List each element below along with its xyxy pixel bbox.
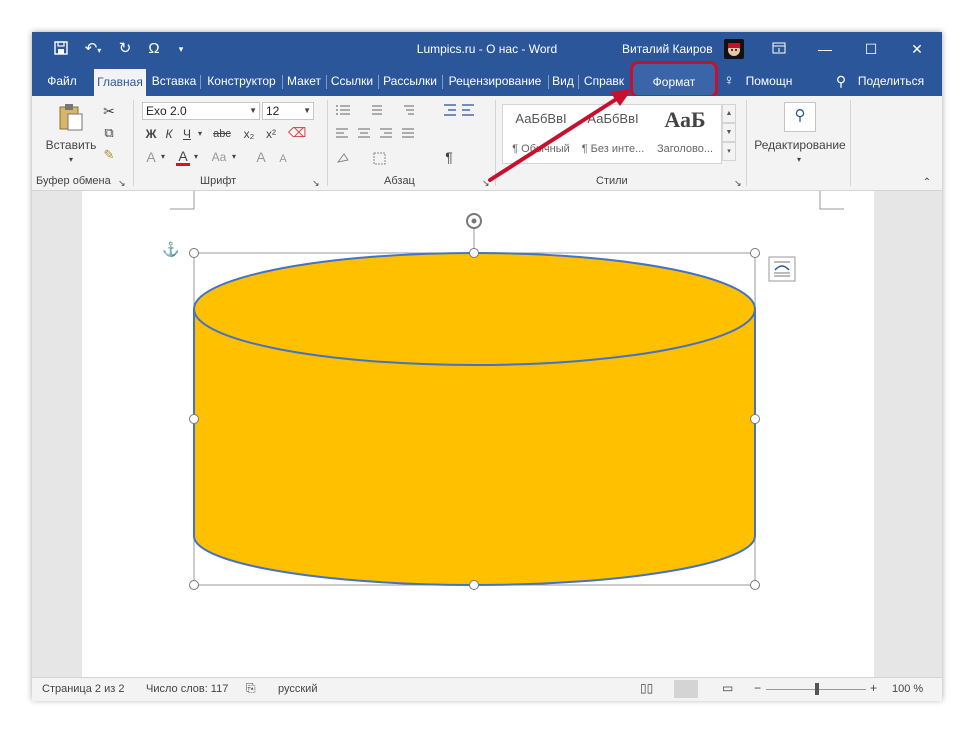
font-name-value: Exo 2.0 [146, 104, 187, 118]
tab-insert[interactable]: Вставка [149, 66, 199, 96]
color-dropdown-icon[interactable]: ▾ [192, 150, 200, 164]
group-clipboard-label: Буфер обмена [36, 175, 111, 187]
document-area: ⚓ [32, 191, 942, 677]
styles-gallery[interactable]: АаБбВвІ ¶ Обычный АаБбВвІ ¶ Без инте... … [502, 104, 722, 164]
underline-button[interactable]: Ч [180, 127, 194, 141]
cut-icon[interactable]: ✂ [100, 104, 118, 118]
avatar[interactable] [724, 39, 744, 59]
word-count[interactable]: Число слов: 117 [146, 683, 228, 695]
font-name-combo[interactable]: Exo 2.0 ▼ [142, 102, 260, 120]
tab-mailings[interactable]: Рассылки [379, 66, 441, 96]
group-styles-label: Стили [596, 175, 628, 187]
effects-dropdown-icon[interactable]: ▾ [159, 150, 167, 164]
cylinder-shape[interactable] [193, 252, 756, 586]
clear-formatting-icon[interactable]: ⌫ [288, 126, 306, 140]
list-buttons [334, 102, 454, 120]
font-size-combo[interactable]: 12 ▼ [262, 102, 314, 120]
zoom-slider-thumb[interactable] [815, 683, 819, 695]
style-preview[interactable]: АаБбВвІ [505, 111, 577, 126]
styles-more[interactable]: ▾ [722, 142, 736, 161]
tab-view[interactable]: Вид [549, 66, 577, 96]
format-painter-icon[interactable]: ✎ [100, 148, 118, 162]
style-caption: ¶ Обычный [512, 143, 570, 155]
web-layout-icon[interactable]: ▭ [722, 681, 733, 695]
bold-button[interactable]: Ж [144, 127, 158, 141]
indent-buttons[interactable] [442, 102, 478, 118]
strikethrough-button[interactable]: abc [210, 127, 234, 141]
grow-font-button[interactable]: A [254, 150, 268, 164]
italic-button[interactable]: К [162, 127, 176, 141]
group-font-label: Шрифт [200, 175, 237, 187]
share-icon[interactable]: ⚲ [832, 66, 850, 96]
tab-help[interactable]: Справк [579, 66, 629, 96]
zoom-level[interactable]: 100 % [892, 683, 923, 695]
dialog-launcher-icon[interactable]: ↘ [118, 176, 126, 190]
change-case-button[interactable]: Aa [208, 150, 230, 164]
read-mode-icon[interactable]: ▯▯ [640, 681, 653, 695]
paste-dropdown-icon[interactable]: ▾ [62, 153, 80, 167]
tab-file[interactable]: Файл [34, 66, 90, 96]
copy-icon[interactable]: ⧉ [100, 126, 118, 140]
underline-dropdown-icon[interactable]: ▾ [196, 127, 204, 141]
shrink-font-button[interactable]: A [276, 152, 290, 166]
editing-dropdown-icon[interactable]: ▾ [792, 153, 806, 167]
chevron-down-icon[interactable]: ▼ [303, 103, 311, 119]
style-caption: Заголово... [656, 143, 714, 155]
editing-button[interactable]: Редактирование [748, 138, 852, 152]
align-buttons[interactable] [334, 126, 454, 142]
tab-home[interactable]: Главная [94, 69, 146, 96]
search-icon[interactable]: ⚲ [784, 102, 816, 132]
tab-format[interactable]: Формат [630, 61, 718, 98]
tab-references[interactable]: Ссылки [327, 66, 377, 96]
maximize-icon[interactable]: ☐ [848, 32, 894, 66]
page-count[interactable]: Страница 2 из 2 [42, 683, 124, 695]
minimize-icon[interactable]: — [802, 32, 848, 66]
superscript-button[interactable]: x² [262, 127, 280, 141]
layout-options-icon[interactable] [768, 256, 796, 282]
title-bar: ↶▾ ↻ Ω ▾ Lumpics.ru - О нас - Word Витал… [32, 32, 942, 66]
dialog-launcher-icon[interactable]: ↘ [734, 176, 742, 190]
shading-borders-buttons[interactable] [334, 150, 424, 166]
proofing-icon[interactable]: ⎘ [246, 681, 256, 696]
zoom-out-button[interactable]: − [754, 681, 761, 695]
print-layout-icon[interactable] [674, 680, 698, 698]
pilcrow-button[interactable]: ¶ [442, 150, 456, 164]
user-name[interactable]: Виталий Каиров [622, 42, 713, 56]
close-icon[interactable]: ✕ [894, 32, 940, 66]
paste-icon[interactable] [56, 102, 86, 132]
zoom-in-button[interactable]: + [870, 681, 877, 695]
tab-layout[interactable]: Макет [283, 66, 325, 96]
status-bar: Страница 2 из 2 Число слов: 117 ⎘ русски… [32, 677, 942, 701]
subscript-button[interactable]: x₂ [240, 127, 258, 141]
style-caption: ¶ Без инте... [581, 143, 645, 155]
tab-review[interactable]: Рецензирование [443, 66, 547, 96]
anchor-icon: ⚓ [162, 241, 179, 258]
styles-scroll-down[interactable]: ▼ [722, 123, 736, 142]
dialog-launcher-icon[interactable]: ↘ [482, 176, 490, 190]
document-page[interactable]: ⚓ [82, 191, 874, 677]
ribbon-tabs: Файл Главная Вставка Конструктор Макет С… [32, 66, 942, 96]
paste-button[interactable]: Вставить [42, 138, 100, 152]
tab-design[interactable]: Конструктор [201, 66, 282, 96]
language[interactable]: русский [278, 683, 317, 695]
tab-tell-me[interactable]: Помощн [740, 66, 798, 96]
ribbon-home: Вставить ▾ ✂ ⧉ ✎ Буфер обмена ↘ Exo 2.0 … [32, 96, 942, 191]
share-button[interactable]: Поделиться [850, 66, 932, 96]
font-color-button[interactable]: A [176, 149, 190, 166]
style-preview[interactable]: АаБ [649, 107, 721, 133]
text-effects-button[interactable]: A [144, 150, 158, 164]
font-size-value: 12 [266, 104, 280, 118]
styles-scroll-up[interactable]: ▲ [722, 104, 736, 123]
style-preview[interactable]: АаБбВвІ [577, 111, 649, 126]
page-canvas: ⚓ [162, 191, 844, 590]
dialog-launcher-icon[interactable]: ↘ [312, 176, 320, 190]
case-dropdown-icon[interactable]: ▾ [230, 150, 238, 164]
group-paragraph-label: Абзац [384, 175, 415, 187]
lightbulb-icon[interactable]: ♀ [720, 66, 738, 96]
rotate-handle-icon[interactable] [466, 213, 482, 253]
ribbon-display-options-icon[interactable] [756, 32, 802, 66]
chevron-down-icon[interactable]: ▼ [249, 103, 257, 119]
word-window: ↶▾ ↻ Ω ▾ Lumpics.ru - О нас - Word Витал… [32, 32, 942, 701]
collapse-ribbon-icon[interactable]: ⌃ [920, 176, 934, 190]
